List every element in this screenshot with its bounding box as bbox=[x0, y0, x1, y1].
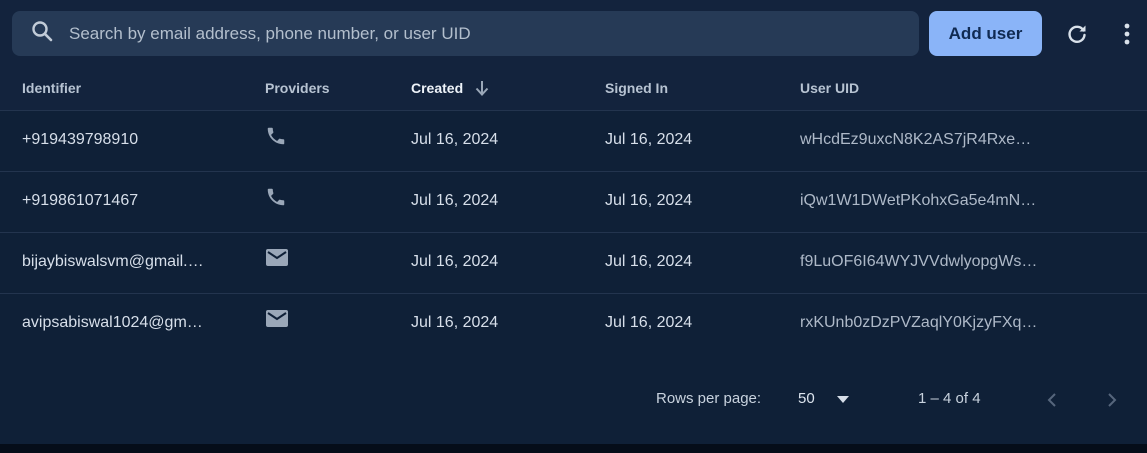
column-label: Signed In bbox=[605, 80, 668, 96]
column-label: Providers bbox=[265, 80, 330, 96]
column-header-created[interactable]: Created bbox=[411, 80, 489, 96]
email-icon bbox=[265, 247, 289, 274]
signed-in-cell: Jul 16, 2024 bbox=[605, 192, 693, 209]
search-icon bbox=[30, 19, 54, 48]
column-label: Created bbox=[411, 80, 464, 96]
signed-in-cell: Jul 16, 2024 bbox=[605, 314, 693, 331]
created-cell: Jul 16, 2024 bbox=[411, 192, 499, 209]
uid-cell: rxKUnb0zDzPVZaqlY0KjzyFXq… bbox=[800, 314, 1038, 331]
table-header: Identifier Providers Created Signed In U… bbox=[0, 66, 1147, 111]
table-row[interactable]: avipsabiswal1024@gm… Jul 16, 2024 Jul 16… bbox=[0, 294, 1147, 355]
uid-cell: f9LuOF6I64WYJVVdwlyopgWs… bbox=[800, 253, 1038, 270]
dropdown-arrow-icon bbox=[836, 390, 849, 407]
signed-in-cell: Jul 16, 2024 bbox=[605, 131, 693, 148]
created-cell: Jul 16, 2024 bbox=[411, 253, 499, 270]
signed-in-cell: Jul 16, 2024 bbox=[605, 253, 693, 270]
rows-per-page-label: Rows per page: bbox=[656, 390, 762, 407]
column-header-providers[interactable]: Providers bbox=[265, 80, 330, 96]
identifier-cell: +919439798910 bbox=[22, 131, 139, 148]
column-header-identifier[interactable]: Identifier bbox=[22, 80, 81, 96]
users-panel: Add user Identifier Providers Created Si… bbox=[0, 0, 1147, 453]
created-cell: Jul 16, 2024 bbox=[411, 131, 499, 148]
phone-icon bbox=[265, 125, 287, 152]
uid-cell: iQw1W1DWetPKohxGa5e4mN… bbox=[800, 192, 1037, 209]
table-row[interactable]: bijaybiswalsvm@gmail.… Jul 16, 2024 Jul … bbox=[0, 233, 1147, 294]
uid-cell: wHcdEz9uxcN8K2AS7jR4Rxe… bbox=[800, 131, 1032, 148]
identifier-cell: +919861071467 bbox=[22, 192, 139, 209]
rows-per-page-select[interactable]: 50 bbox=[798, 390, 849, 407]
more-vert-icon[interactable] bbox=[1113, 20, 1141, 48]
arrow-down-icon bbox=[475, 80, 489, 96]
email-icon bbox=[265, 308, 289, 335]
pagination-bar: Rows per page: 50 1 – 4 of 4 bbox=[0, 354, 1147, 444]
table-row[interactable]: +919439798910 Jul 16, 2024 Jul 16, 2024 … bbox=[0, 111, 1147, 172]
search-bar[interactable] bbox=[12, 11, 919, 56]
identifier-cell: bijaybiswalsvm@gmail.… bbox=[22, 253, 204, 270]
chevron-left-icon[interactable] bbox=[1040, 388, 1064, 412]
created-cell: Jul 16, 2024 bbox=[411, 314, 499, 331]
column-label: User UID bbox=[800, 80, 860, 96]
chevron-right-icon[interactable] bbox=[1100, 388, 1124, 412]
add-user-button[interactable]: Add user bbox=[929, 11, 1042, 56]
rows-per-page-value: 50 bbox=[798, 390, 815, 407]
pagination-range: 1 – 4 of 4 bbox=[918, 390, 981, 407]
search-input[interactable] bbox=[67, 17, 891, 50]
column-header-user-uid[interactable]: User UID bbox=[800, 80, 859, 96]
table-row[interactable]: +919861071467 Jul 16, 2024 Jul 16, 2024 … bbox=[0, 172, 1147, 233]
refresh-icon[interactable] bbox=[1063, 20, 1091, 48]
bottom-divider bbox=[0, 444, 1147, 453]
identifier-cell: avipsabiswal1024@gm… bbox=[22, 314, 203, 331]
column-label: Identifier bbox=[22, 80, 82, 96]
column-header-signed-in[interactable]: Signed In bbox=[605, 80, 668, 96]
users-table: Identifier Providers Created Signed In U… bbox=[0, 66, 1147, 355]
toolbar: Add user bbox=[0, 0, 1147, 66]
phone-icon bbox=[265, 186, 287, 213]
